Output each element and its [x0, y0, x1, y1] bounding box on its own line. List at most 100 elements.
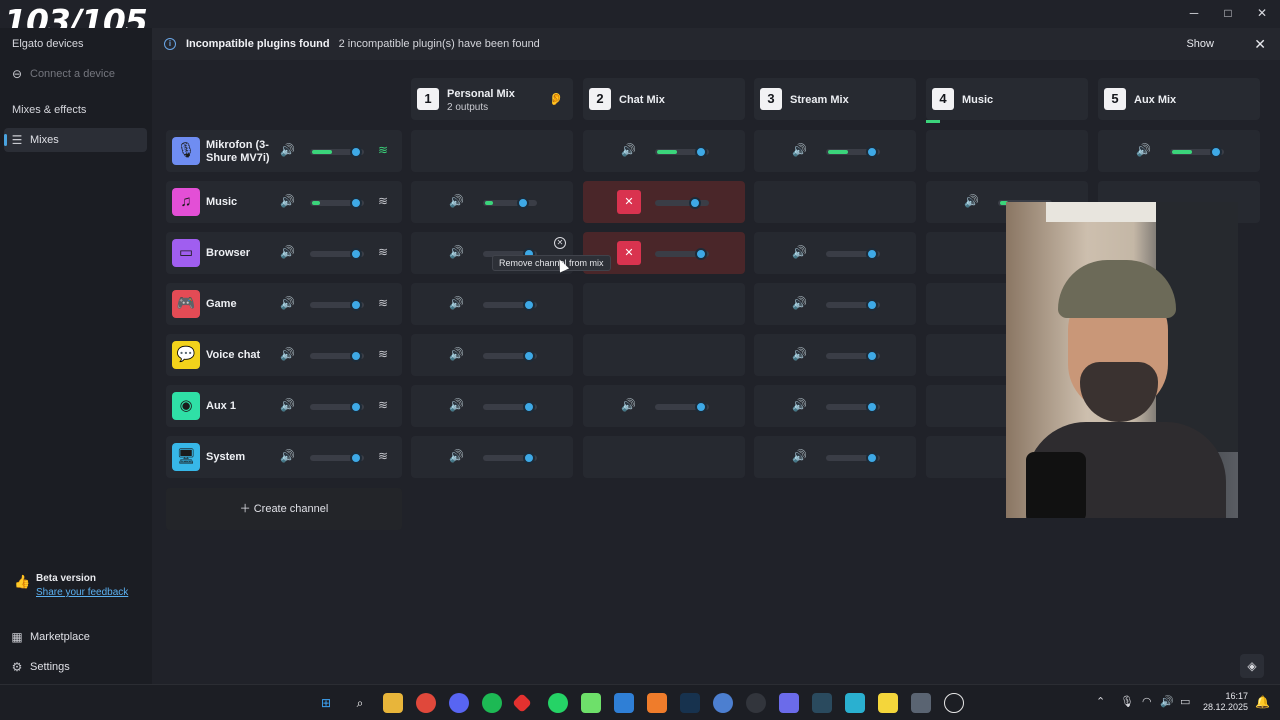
- volume-icon[interactable]: 🔊: [280, 143, 295, 157]
- slider-knob[interactable]: [866, 350, 878, 362]
- volume-icon[interactable]: 🔊: [621, 398, 636, 412]
- waveform-icon[interactable]: ≋: [378, 449, 388, 463]
- mix-header-stream[interactable]: 3 Stream Mix: [754, 78, 916, 120]
- notes-app-icon[interactable]: [581, 693, 601, 713]
- ear-icon[interactable]: 👂: [547, 90, 565, 108]
- slider-knob[interactable]: [866, 401, 878, 413]
- volume-icon[interactable]: 🔊: [280, 194, 295, 208]
- volume-slider[interactable]: [826, 248, 880, 260]
- app-bars-icon[interactable]: [812, 693, 832, 713]
- remove-channel-icon[interactable]: ✕: [554, 237, 566, 249]
- app-diamond-icon[interactable]: [512, 693, 532, 713]
- mix-header-music[interactable]: 4 Music: [926, 78, 1088, 123]
- volume-icon[interactable]: 🔊: [792, 449, 807, 463]
- create-channel-button[interactable]: ＋ Create channel: [166, 488, 402, 530]
- sidebar-item-mixes[interactable]: ☰ Mixes: [4, 128, 147, 152]
- slider-knob[interactable]: [695, 146, 707, 158]
- waveform-icon[interactable]: ≋: [378, 245, 388, 259]
- mix-cell-empty[interactable]: [754, 181, 916, 223]
- mix-cell-empty[interactable]: [583, 436, 745, 478]
- battery-icon[interactable]: ▭: [1180, 695, 1190, 708]
- volume-slider[interactable]: [826, 452, 880, 464]
- slider-knob[interactable]: [517, 197, 529, 209]
- slider-knob[interactable]: [695, 401, 707, 413]
- mute-icon[interactable]: ✕: [617, 190, 641, 214]
- slider-knob[interactable]: [523, 452, 535, 464]
- slider-knob[interactable]: [689, 197, 701, 209]
- app-a-icon[interactable]: [647, 693, 667, 713]
- slider-knob[interactable]: [866, 299, 878, 311]
- app-window-icon[interactable]: [911, 693, 931, 713]
- slider-knob[interactable]: [866, 248, 878, 260]
- mix-cell-empty[interactable]: [411, 130, 573, 172]
- spotify-icon[interactable]: [482, 693, 502, 713]
- speaker-icon[interactable]: 🔊: [1160, 695, 1174, 708]
- sticky-notes-icon[interactable]: [878, 693, 898, 713]
- volume-icon[interactable]: 🔊: [792, 398, 807, 412]
- sidebar-item-marketplace[interactable]: ▦ Marketplace: [4, 625, 147, 649]
- volume-slider[interactable]: [483, 197, 537, 209]
- volume-icon[interactable]: 🔊: [792, 245, 807, 259]
- mute-icon[interactable]: ✕: [617, 241, 641, 265]
- slider-knob[interactable]: [866, 452, 878, 464]
- feedback-link[interactable]: Share your feedback: [36, 587, 128, 598]
- close-notification-icon[interactable]: ✕: [1254, 36, 1266, 53]
- app-sphere-icon[interactable]: [713, 693, 733, 713]
- maximize-button[interactable]: □: [1216, 4, 1240, 22]
- volume-slider[interactable]: [826, 146, 880, 158]
- obs-icon[interactable]: [746, 693, 766, 713]
- volume-icon[interactable]: 🔊: [792, 347, 807, 361]
- slider-knob[interactable]: [695, 248, 707, 260]
- volume-icon[interactable]: 🔊: [449, 296, 464, 310]
- volume-icon[interactable]: 🔊: [280, 296, 295, 310]
- volume-slider[interactable]: [310, 197, 364, 209]
- whatsapp-icon[interactable]: [548, 693, 568, 713]
- volume-slider[interactable]: [483, 452, 537, 464]
- mix-header-personal[interactable]: 1 Personal Mix 2 outputs 👂: [411, 78, 573, 120]
- clock[interactable]: 16:17 28.12.2025: [1203, 691, 1248, 713]
- volume-slider[interactable]: [483, 350, 537, 362]
- volume-slider[interactable]: [826, 401, 880, 413]
- slider-knob[interactable]: [350, 299, 362, 311]
- layers-icon[interactable]: ◈: [1240, 654, 1264, 678]
- volume-icon[interactable]: 🔊: [449, 347, 464, 361]
- file-explorer-icon[interactable]: [383, 693, 403, 713]
- slider-knob[interactable]: [350, 401, 362, 413]
- mix-header-chat[interactable]: 2 Chat Mix: [583, 78, 745, 120]
- slider-knob[interactable]: [350, 452, 362, 464]
- volume-slider[interactable]: [483, 299, 537, 311]
- waveform-icon[interactable]: ≋: [378, 347, 388, 361]
- waveform-icon[interactable]: ≋: [378, 296, 388, 310]
- mix-header-aux[interactable]: 5 Aux Mix: [1098, 78, 1260, 120]
- waveform-icon[interactable]: ≋: [378, 398, 388, 412]
- slider-knob[interactable]: [523, 350, 535, 362]
- chrome-icon[interactable]: [416, 693, 436, 713]
- volume-slider[interactable]: [826, 299, 880, 311]
- volume-slider[interactable]: [826, 350, 880, 362]
- vscode-icon[interactable]: [614, 693, 634, 713]
- slider-knob[interactable]: [350, 197, 362, 209]
- volume-icon[interactable]: 🔊: [621, 143, 636, 157]
- volume-slider[interactable]: [310, 350, 364, 362]
- volume-icon[interactable]: 🔊: [449, 449, 464, 463]
- slider-knob[interactable]: [350, 350, 362, 362]
- mix-cell-empty[interactable]: [583, 283, 745, 325]
- volume-slider[interactable]: [310, 299, 364, 311]
- volume-slider[interactable]: [483, 401, 537, 413]
- volume-icon[interactable]: 🔊: [449, 245, 464, 259]
- volume-slider[interactable]: [655, 146, 709, 158]
- waveform-icon[interactable]: ≋: [378, 143, 388, 157]
- notifications-icon[interactable]: 🔔: [1255, 695, 1270, 709]
- discord-icon[interactable]: [449, 693, 469, 713]
- volume-icon[interactable]: 🔊: [964, 194, 979, 208]
- volume-icon[interactable]: 🔊: [449, 398, 464, 412]
- volume-icon[interactable]: 🔊: [792, 296, 807, 310]
- connect-device-item[interactable]: ⊖ Connect a device: [4, 62, 147, 86]
- volume-icon[interactable]: 🔊: [280, 398, 295, 412]
- sidebar-item-settings[interactable]: ⚙ Settings: [4, 655, 147, 679]
- volume-icon[interactable]: 🔊: [1136, 143, 1151, 157]
- slider-knob[interactable]: [866, 146, 878, 158]
- slider-knob[interactable]: [523, 401, 535, 413]
- wave-link-icon[interactable]: [845, 693, 865, 713]
- app-arrow-icon[interactable]: [779, 693, 799, 713]
